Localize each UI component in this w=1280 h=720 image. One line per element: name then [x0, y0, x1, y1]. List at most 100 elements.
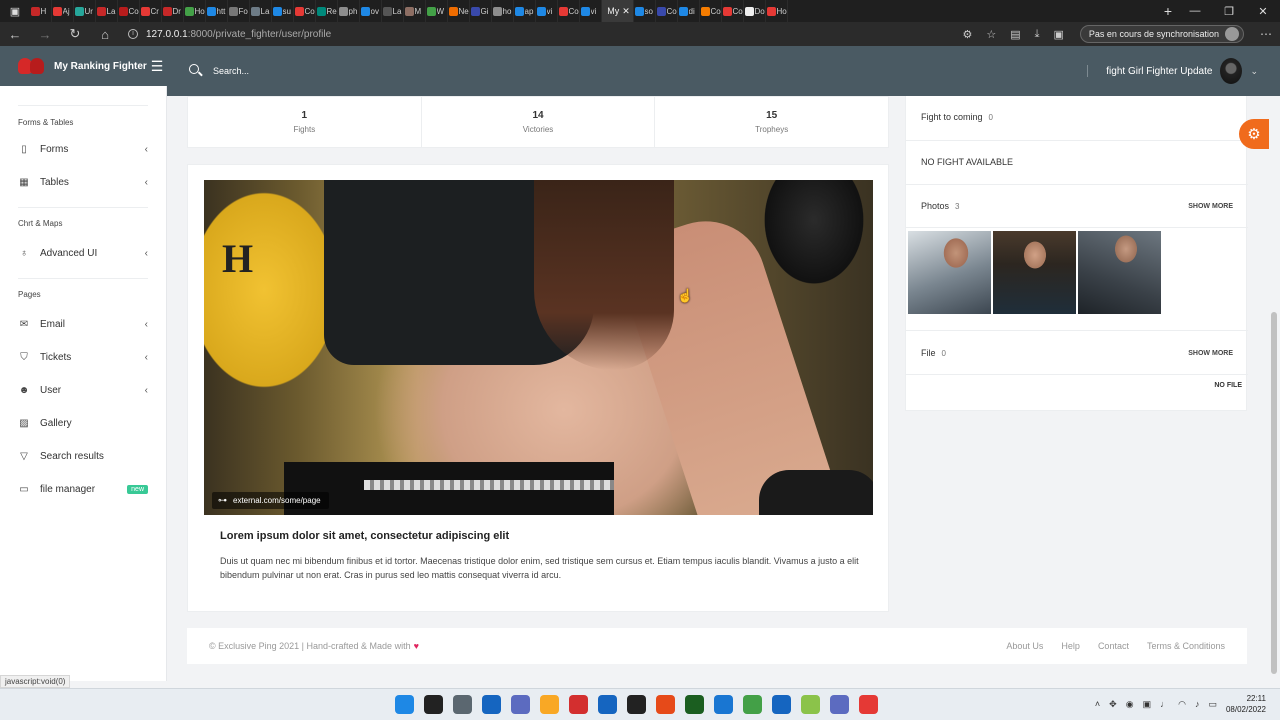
- menu-toggle-icon[interactable]: ☰: [151, 58, 164, 75]
- external-link[interactable]: ⊶ external.com/some/page: [212, 492, 329, 509]
- wifi-icon[interactable]: ◠: [1178, 699, 1186, 710]
- footer-link-about[interactable]: About Us: [1006, 641, 1043, 651]
- sync-button[interactable]: Pas en cours de synchronisation: [1079, 25, 1244, 43]
- browser-tab[interactable]: Co: [700, 0, 722, 22]
- scrollbar-thumb[interactable]: [1271, 312, 1277, 674]
- back-icon[interactable]: ←: [8, 27, 22, 42]
- browser-tab[interactable]: Ho: [184, 0, 206, 22]
- browser-tab[interactable]: Re: [316, 0, 338, 22]
- sidebar-item-search-results[interactable]: ▽ Search results: [0, 440, 166, 473]
- browser-tab[interactable]: Co: [294, 0, 316, 22]
- photo-thumbnail[interactable]: [993, 231, 1076, 314]
- search-icon[interactable]: [189, 64, 203, 78]
- url-field[interactable]: i 127.0.0.1:8000/private_fighter/user/pr…: [128, 29, 946, 40]
- brand-name[interactable]: My Ranking Fighter: [54, 61, 147, 72]
- browser-tab[interactable]: vi: [580, 0, 602, 22]
- window-menu-icon[interactable]: ▣: [0, 0, 30, 22]
- forward-icon[interactable]: →: [38, 27, 52, 42]
- close-tab-icon[interactable]: ✕: [622, 6, 630, 17]
- sidebar-item-advanced-ui[interactable]: ♁ Advanced UI ‹: [0, 237, 166, 270]
- taskbar-app-icon[interactable]: [598, 695, 617, 714]
- reload-icon[interactable]: ↻: [68, 26, 82, 42]
- volume-icon[interactable]: ♪: [1195, 699, 1200, 709]
- taskbar-app-icon[interactable]: [801, 695, 820, 714]
- browser-tab[interactable]: di: [678, 0, 700, 22]
- taskbar-app-icon[interactable]: [859, 695, 878, 714]
- taskbar-app-icon[interactable]: [772, 695, 791, 714]
- user-avatar[interactable]: [1220, 58, 1243, 84]
- taskbar-app-icon[interactable]: [627, 695, 646, 714]
- home-icon[interactable]: ⌂: [98, 27, 112, 42]
- new-tab-icon[interactable]: +: [1158, 3, 1178, 19]
- taskbar-app-icon[interactable]: [395, 695, 414, 714]
- photos-show-more-link[interactable]: SHOW MORE: [1188, 203, 1233, 210]
- minimize-icon[interactable]: —: [1178, 5, 1212, 18]
- browser-tab[interactable]: ho: [492, 0, 514, 22]
- browser-tab-active[interactable]: My ✕: [602, 0, 634, 22]
- browser-tab[interactable]: Cr: [140, 0, 162, 22]
- taskbar-app-icon[interactable]: [453, 695, 472, 714]
- taskbar-app-icon[interactable]: [482, 695, 501, 714]
- browser-tab[interactable]: ph: [338, 0, 360, 22]
- browser-tab[interactable]: Co: [722, 0, 744, 22]
- taskbar-app-icon[interactable]: [656, 695, 675, 714]
- browser-tab[interactable]: vi: [536, 0, 558, 22]
- sidebar-item-user[interactable]: ☻ User ‹: [0, 374, 166, 407]
- site-info-icon[interactable]: i: [128, 29, 138, 39]
- favorite-star-icon[interactable]: ☆: [986, 28, 996, 41]
- collections-icon[interactable]: ▤: [1010, 28, 1020, 41]
- file-show-more-link[interactable]: SHOW MORE: [1188, 350, 1233, 357]
- browser-tab[interactable]: Ne: [448, 0, 470, 22]
- browser-tab[interactable]: La: [250, 0, 272, 22]
- browser-tab[interactable]: su: [272, 0, 294, 22]
- taskbar-app-icon[interactable]: [685, 695, 704, 714]
- browser-tab[interactable]: Fo: [228, 0, 250, 22]
- browser-tab[interactable]: M: [404, 0, 426, 22]
- browser-tab[interactable]: La: [96, 0, 118, 22]
- browser-tab[interactable]: La: [382, 0, 404, 22]
- user-name[interactable]: fight Girl Fighter Update: [1106, 66, 1212, 77]
- footer-link-help[interactable]: Help: [1061, 641, 1080, 651]
- photo-thumbnail[interactable]: [908, 231, 991, 314]
- browser-tab[interactable]: Ho: [766, 0, 788, 22]
- footer-link-contact[interactable]: Contact: [1098, 641, 1129, 651]
- sidebar-item-forms[interactable]: ▯ Forms ‹: [0, 133, 166, 166]
- post-image[interactable]: H ⊶ external.com/some/page ☝: [204, 180, 873, 515]
- clock[interactable]: 22:11 08/02/2022: [1226, 693, 1266, 715]
- search-input[interactable]: [213, 66, 513, 76]
- sidebar-item-tables[interactable]: ▦ Tables ‹: [0, 166, 166, 199]
- sidebar-item-tickets[interactable]: ⛉ Tickets ‹: [0, 341, 166, 374]
- user-menu[interactable]: fight Girl Fighter Update ⌄: [1087, 58, 1258, 84]
- browser-tab[interactable]: Aj: [52, 0, 74, 22]
- battery-icon[interactable]: ▭: [1208, 699, 1217, 710]
- sidebar-item-email[interactable]: ✉ Email ‹: [0, 308, 166, 341]
- browser-tab[interactable]: Dr: [162, 0, 184, 22]
- tray-app-icon[interactable]: ◉: [1126, 699, 1134, 710]
- browser-tab[interactable]: W: [426, 0, 448, 22]
- taskbar-app-icon[interactable]: [424, 695, 443, 714]
- taskbar-app-icon[interactable]: [511, 695, 530, 714]
- photo-thumbnail[interactable]: [1078, 231, 1161, 314]
- taskbar-app-icon[interactable]: [830, 695, 849, 714]
- microphone-icon[interactable]: ♩: [1160, 699, 1169, 709]
- browser-tab[interactable]: Co: [118, 0, 140, 22]
- extensions-icon[interactable]: ▣: [1054, 28, 1064, 41]
- browser-tab[interactable]: Ur: [74, 0, 96, 22]
- browser-tab[interactable]: ap: [514, 0, 536, 22]
- browser-tab[interactable]: htt: [206, 0, 228, 22]
- taskbar-app-icon[interactable]: [569, 695, 588, 714]
- taskbar-app-icon[interactable]: [540, 695, 559, 714]
- settings-gear-icon[interactable]: ⚙: [1239, 119, 1269, 149]
- sidebar-item-file-manager[interactable]: ▭ file manager new: [0, 473, 166, 506]
- tray-app-icon[interactable]: ✥: [1109, 699, 1117, 710]
- browser-tab[interactable]: Co: [656, 0, 678, 22]
- chevron-down-icon[interactable]: ⌄: [1250, 66, 1258, 77]
- taskbar-app-icon[interactable]: [714, 695, 733, 714]
- browser-tab[interactable]: Co: [558, 0, 580, 22]
- tray-chevron-icon[interactable]: ˄: [1095, 699, 1100, 709]
- browser-menu-icon[interactable]: ⋯: [1260, 27, 1272, 41]
- browser-tab[interactable]: H: [30, 0, 52, 22]
- footer-link-terms[interactable]: Terms & Conditions: [1147, 641, 1225, 651]
- download-icon[interactable]: ⤓: [1035, 28, 1040, 41]
- taskbar-app-icon[interactable]: [743, 695, 762, 714]
